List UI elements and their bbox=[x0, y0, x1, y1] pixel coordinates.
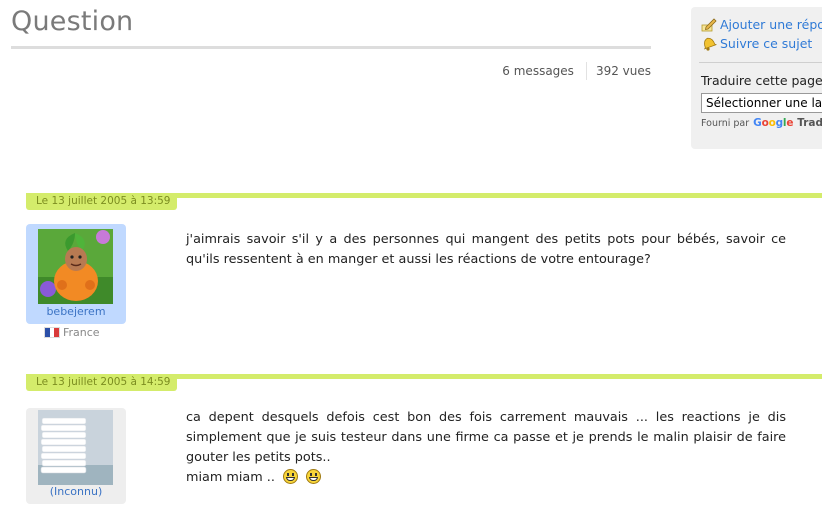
powered-by: Fourni par Google Traduction bbox=[701, 117, 822, 129]
panel-divider bbox=[699, 62, 822, 63]
follow-topic-label: Suivre ce sujet bbox=[720, 35, 813, 51]
powered-by-label: Fourni par bbox=[701, 117, 750, 129]
user-country: France bbox=[44, 326, 100, 339]
bell-icon bbox=[703, 37, 717, 51]
username[interactable]: (Inconnu) bbox=[26, 485, 126, 498]
smiley-icon bbox=[306, 469, 322, 484]
post-message: ca depent desquels defois cest bon des f… bbox=[186, 408, 786, 488]
views-count: 392 vues bbox=[595, 64, 651, 78]
title-divider bbox=[11, 46, 651, 49]
add-reply-label: Ajouter une réponse bbox=[720, 16, 822, 32]
page-title: Question bbox=[11, 6, 134, 37]
user-card[interactable]: (Inconnu) bbox=[26, 408, 126, 504]
topic-stats: 6 messages 392 vues bbox=[502, 62, 651, 80]
user-card[interactable]: bebejerem bbox=[26, 224, 126, 324]
post-message-text: ca depent desquels defois cest bon des f… bbox=[186, 410, 786, 465]
messages-count: 6 messages bbox=[502, 64, 574, 78]
france-flag-icon bbox=[44, 327, 60, 338]
username[interactable]: bebejerem bbox=[26, 305, 126, 318]
add-reply-link[interactable]: Ajouter une réponse bbox=[701, 16, 822, 32]
smiley-icon bbox=[283, 469, 299, 484]
translate-label: Traduire cette page bbox=[701, 73, 822, 88]
translate-word: Traduction bbox=[797, 117, 822, 129]
avatar[interactable] bbox=[38, 229, 113, 304]
country-label: France bbox=[63, 326, 100, 339]
language-select[interactable]: Sélectionner une langue bbox=[701, 93, 822, 113]
pencil-icon bbox=[701, 18, 717, 32]
post-message-text-2: miam miam .. bbox=[186, 470, 275, 485]
stats-divider bbox=[585, 62, 587, 80]
post-date: Le 13 juillet 2005 à 14:59 bbox=[26, 374, 177, 391]
google-logo: Google bbox=[753, 117, 794, 129]
post-date: Le 13 juillet 2005 à 13:59 bbox=[26, 193, 177, 210]
avatar[interactable] bbox=[38, 410, 113, 485]
sidebar-panel: Ajouter une réponse Suivre ce sujet Trad… bbox=[691, 7, 822, 149]
post-message: j'aimrais savoir s'il y a des personnes … bbox=[186, 232, 786, 267]
follow-topic-link[interactable]: Suivre ce sujet bbox=[701, 35, 812, 51]
